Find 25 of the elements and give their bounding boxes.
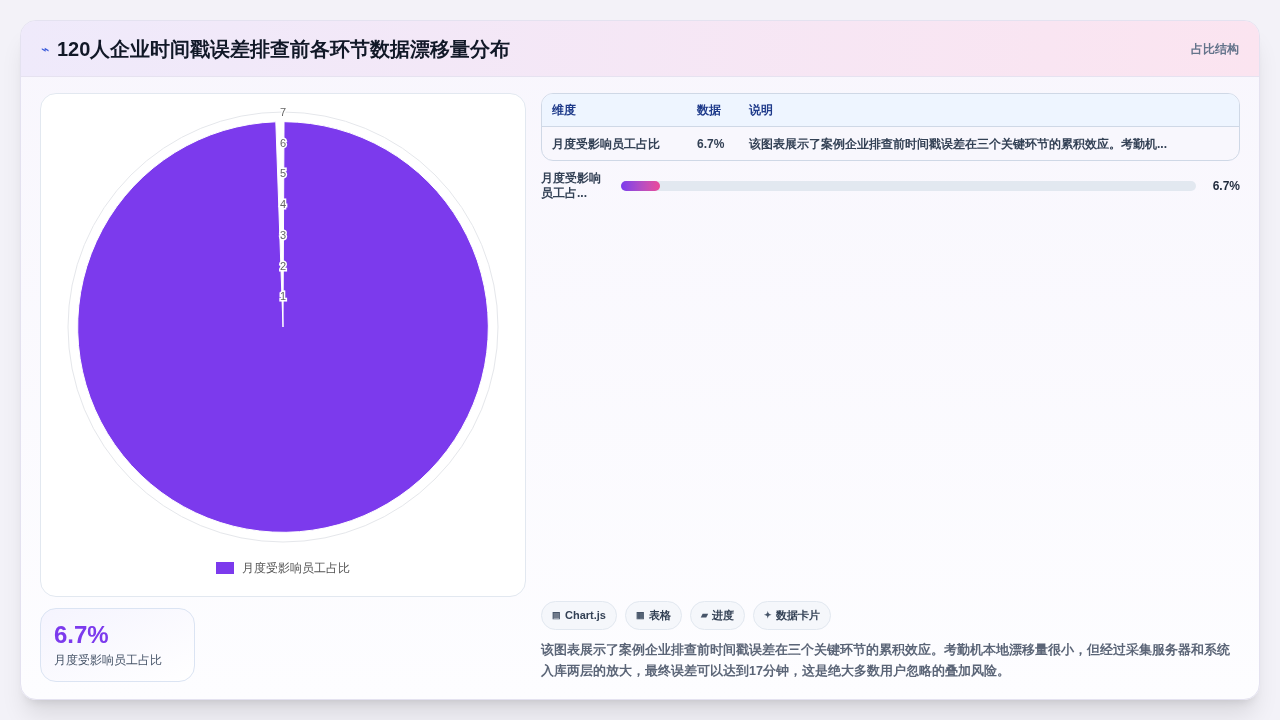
table-cell-text: 该图表展示了案例企业排查前时间戳误差在三个关键环节的累积效应。考勤机... (749, 135, 1168, 153)
description-text: 该图表展示了案例企业排查前时间戳误差在三个关键环节的累积效应。考勤机本地漂移量很小，但经过采集服务器和系统入库两层的放大，最终误差可以达到17分钟，这是绝大多数用户忽略的叠加风险。 (541, 641, 1231, 680)
table-cell-text: 月度受影响员工占比 (552, 135, 661, 153)
pulse-icon: ⌁ (41, 38, 49, 59)
chip-icon: ▦ (635, 608, 645, 623)
column-header: 说明 (749, 102, 774, 119)
page-title: 120人企业时间戳误差排查前各环节数据漂移量分布 (57, 36, 511, 62)
bar-label: 月度受影响员工占... (541, 171, 602, 201)
feature-chip[interactable]: ▤ Chart.js (541, 601, 617, 630)
table-cell-text: 6.7% (697, 135, 726, 153)
feature-chip[interactable]: ▰ 进度 (689, 601, 745, 630)
legend-label: 月度受影响员工占比 (242, 560, 350, 577)
column-header: 维度 (552, 102, 577, 119)
radial-tick-label: 7 (279, 106, 287, 118)
feature-chip[interactable]: ▦ 表格 (624, 601, 682, 630)
chip-icon: ▤ (552, 608, 561, 623)
kpi-value: 6.7% (54, 621, 110, 649)
chip-icon: ▰ (700, 608, 708, 623)
feature-chip[interactable]: ✦ 数据卡片 (752, 601, 831, 630)
kpi-label: 月度受影响员工占比 (54, 652, 163, 669)
radial-tick-label: 1 (279, 290, 287, 303)
bar-value: 6.7% (1211, 178, 1240, 195)
chart-type-label: 占比结构 (1191, 40, 1239, 58)
chip-icon: ✦ (763, 608, 772, 623)
column-header: 数据 (697, 102, 722, 119)
